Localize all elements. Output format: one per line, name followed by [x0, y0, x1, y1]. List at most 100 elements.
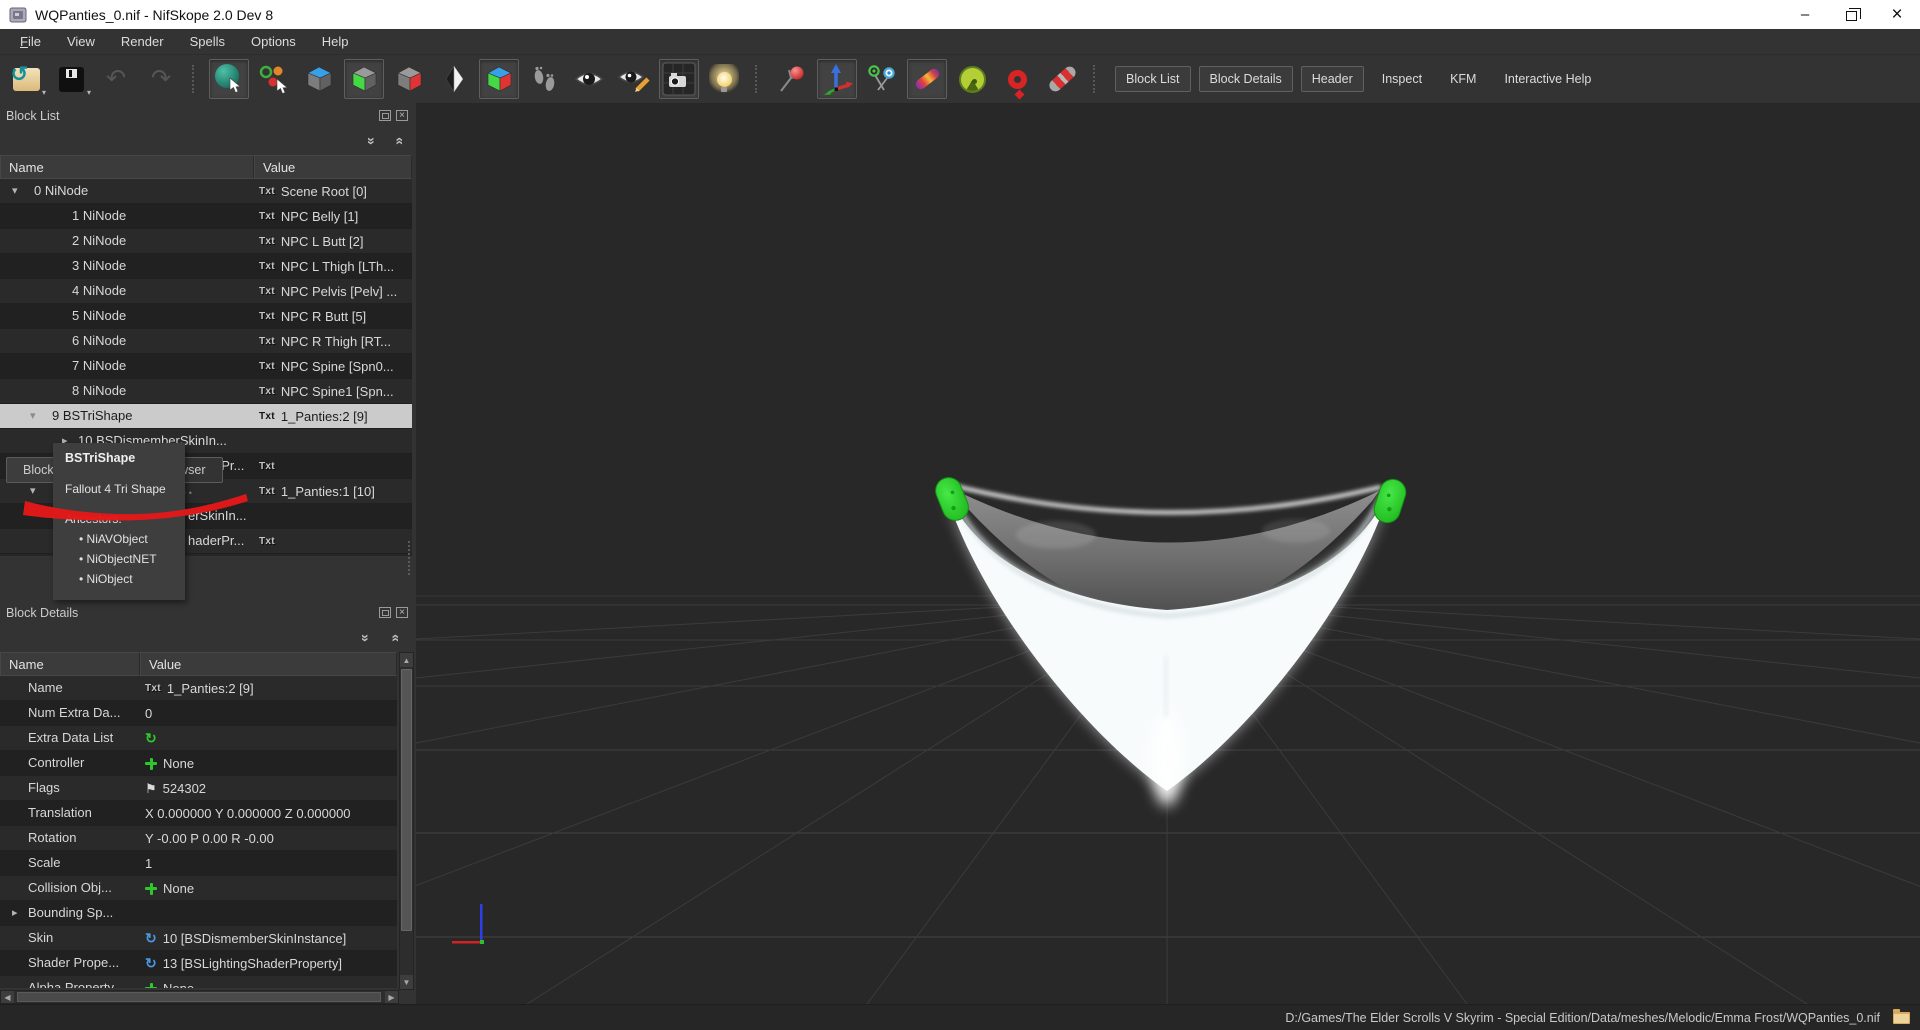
row-name: Controller — [28, 755, 84, 770]
tree-row[interactable]: ▾9 BSTriShapeTxt1_Panties:2 [9] — [0, 404, 412, 429]
collapse-all-icon[interactable]: » — [358, 634, 374, 642]
expander-icon[interactable]: ▸ — [12, 906, 18, 919]
column-header-value[interactable]: Value — [254, 155, 412, 179]
folder-icon[interactable] — [1893, 1012, 1910, 1024]
tree-row[interactable]: 7 NiNodeTxtNPC Spine [Spn0... — [0, 354, 412, 379]
node-joints-icon[interactable] — [862, 59, 902, 99]
menu-item-spells[interactable]: Spells — [178, 30, 237, 53]
save-file-icon[interactable]: ▾ — [51, 59, 91, 99]
close-panel-icon[interactable]: × — [396, 607, 408, 618]
vertical-scrollbar[interactable]: ▲ ▼ — [399, 652, 414, 990]
tree-row[interactable]: 3 NiNodeTxtNPC L Thigh [LTh... — [0, 254, 412, 279]
scroll-down-icon[interactable]: ▼ — [400, 975, 413, 989]
scrollbar-thumb[interactable] — [401, 669, 412, 931]
footprints-icon[interactable] — [524, 59, 564, 99]
menu-item-view[interactable]: View — [55, 30, 107, 53]
tree-row[interactable]: ControllerNone — [0, 751, 397, 776]
green-gauge-circle-icon[interactable] — [952, 59, 992, 99]
tree-row[interactable]: Skin↻10 [BSDismemberSkinInstance] — [0, 926, 397, 951]
light-bulb-icon[interactable] — [704, 59, 744, 99]
black-white-diamond-icon[interactable] — [434, 59, 474, 99]
back-panel-highlight — [1262, 519, 1330, 543]
open-file-icon[interactable]: ↺▾ — [6, 59, 46, 99]
toolbar-button-interactive-help[interactable]: Interactive Help — [1494, 67, 1601, 91]
collapse-all-icon[interactable]: » — [364, 137, 380, 145]
tree-row[interactable]: 8 NiNodeTxtNPC Spine1 [Spn... — [0, 379, 412, 404]
red-ring-pin-icon[interactable] — [997, 59, 1037, 99]
undo-icon[interactable]: ↶ — [96, 59, 136, 99]
row-value-cell: Txt — [254, 454, 412, 479]
tree-row[interactable]: Alpha PropertyNone — [0, 976, 397, 988]
float-panel-icon[interactable] — [379, 110, 391, 121]
row-name: 4 NiNode — [72, 283, 126, 298]
tree-row[interactable]: Extra Data List↻ — [0, 726, 397, 751]
menu-item-file[interactable]: File — [8, 30, 53, 53]
toolbar-button-block-list[interactable]: Block List — [1115, 66, 1191, 92]
menu-item-render[interactable]: Render — [109, 30, 176, 53]
row-value: NPC R Butt [5] — [281, 309, 366, 324]
scroll-right-icon[interactable]: ▶ — [385, 991, 398, 1003]
teal-sphere-pick-icon[interactable] — [209, 59, 249, 99]
viewport-3d[interactable] — [416, 103, 1920, 1004]
eye-pencil-icon[interactable] — [614, 59, 654, 99]
dock-splitter-dots[interactable] — [408, 541, 412, 575]
red-vertex-pin-icon[interactable] — [772, 59, 812, 99]
tree-row[interactable]: TranslationX 0.000000 Y 0.000000 Z 0.000… — [0, 801, 397, 826]
tree-row[interactable]: RotationY -0.00 P 0.00 R -0.00 — [0, 826, 397, 851]
row-name: 0 NiNode — [34, 183, 88, 198]
minimize-button[interactable]: – — [1782, 0, 1828, 29]
tree-row[interactable]: NameTxt1_Panties:2 [9] — [0, 676, 397, 701]
flag-icon: ⚑ — [145, 781, 157, 797]
expand-all-icon[interactable]: » — [390, 137, 406, 145]
plus-icon — [145, 983, 157, 989]
row-value: None — [163, 881, 194, 896]
menu-item-help[interactable]: Help — [310, 30, 361, 53]
column-header-name[interactable]: Name — [0, 155, 254, 179]
cube-blue-top-icon[interactable] — [299, 59, 339, 99]
close-button[interactable]: × — [1874, 0, 1920, 29]
redo-icon[interactable]: ↷ — [141, 59, 181, 99]
tree-row[interactable]: 1 NiNodeTxtNPC Belly [1] — [0, 204, 412, 229]
tree-row[interactable]: 2 NiNodeTxtNPC L Butt [2] — [0, 229, 412, 254]
row-value-cell: ↻ — [140, 726, 397, 751]
tree-row[interactable]: 6 NiNodeTxtNPC R Thigh [RT... — [0, 329, 412, 354]
expander-icon[interactable]: ▾ — [12, 184, 18, 197]
scrollbar-thumb[interactable] — [17, 992, 381, 1002]
toolbar-icons: ↺▾▾↶↷ — [6, 59, 1105, 99]
menu-item-options[interactable]: Options — [239, 30, 308, 53]
column-header-name[interactable]: Name — [0, 652, 140, 676]
camera-screenshot-icon[interactable] — [659, 59, 699, 99]
tree-row[interactable]: Shader Prope...↻13 [BSLightingShaderProp… — [0, 951, 397, 976]
expander-icon[interactable]: ▾ — [30, 409, 36, 422]
toolbar-button-kfm[interactable]: KFM — [1440, 67, 1486, 91]
eye-icon[interactable] — [569, 59, 609, 99]
toolbar-button-header[interactable]: Header — [1301, 66, 1364, 92]
tree-row[interactable]: Num Extra Da...0 — [0, 701, 397, 726]
column-header-value[interactable]: Value — [140, 652, 397, 676]
color-gradient-bar-icon[interactable] — [907, 59, 947, 99]
striped-eraser-slash-icon[interactable] — [1042, 59, 1082, 99]
vertex-dots-cursor-icon[interactable] — [254, 59, 294, 99]
restore-button[interactable] — [1828, 0, 1874, 29]
scroll-left-icon[interactable]: ◀ — [1, 991, 14, 1003]
tree-row[interactable]: 5 NiNodeTxtNPC R Butt [5] — [0, 304, 412, 329]
tree-row[interactable]: ▾0 NiNodeTxtScene Root [0] — [0, 179, 412, 204]
horizontal-scrollbar[interactable]: ◀ ▶ — [0, 990, 399, 1004]
float-panel-icon[interactable] — [379, 607, 391, 618]
scroll-up-icon[interactable]: ▲ — [400, 653, 413, 667]
toolbar-button-inspect[interactable]: Inspect — [1372, 67, 1432, 91]
tree-row[interactable]: Flags⚑524302 — [0, 776, 397, 801]
cube-green-front-icon[interactable] — [344, 59, 384, 99]
tree-row[interactable]: Collision Obj...None — [0, 876, 397, 901]
cube-red-side-icon[interactable] — [389, 59, 429, 99]
expander-icon[interactable]: ▾ — [30, 484, 36, 497]
xyz-axes-icon[interactable] — [817, 59, 857, 99]
tree-row[interactable]: Scale1 — [0, 851, 397, 876]
back-panel-highlight — [1016, 521, 1096, 549]
toolbar-button-block-details[interactable]: Block Details — [1199, 66, 1293, 92]
tree-row[interactable]: ▸Bounding Sp... — [0, 901, 397, 926]
expand-all-icon[interactable]: » — [386, 634, 402, 642]
tree-row[interactable]: 4 NiNodeTxtNPC Pelvis [Pelv] ... — [0, 279, 412, 304]
close-panel-icon[interactable]: × — [396, 110, 408, 121]
rgb-cube-icon[interactable] — [479, 59, 519, 99]
